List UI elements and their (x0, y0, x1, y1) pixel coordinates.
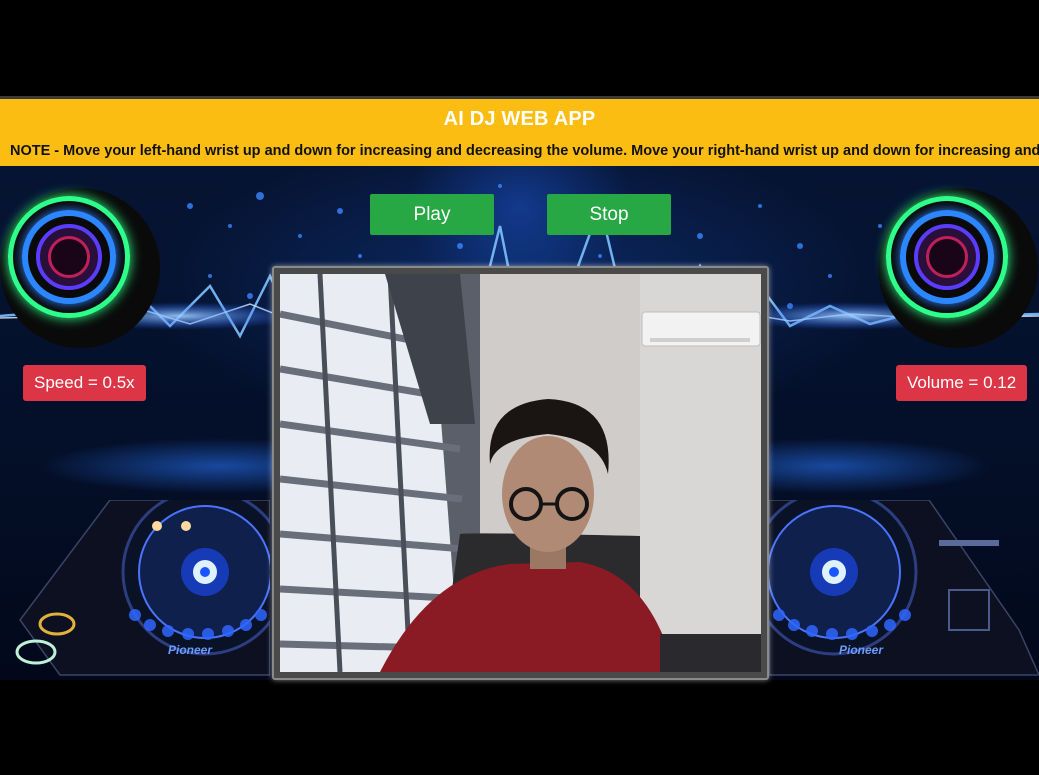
speed-badge: Speed = 0.5x (23, 365, 146, 401)
webcam-image (280, 274, 761, 672)
webcam-frame (272, 266, 769, 680)
speaker-left-icon (0, 188, 160, 348)
turntable-right-icon: Pioneer (769, 500, 1039, 676)
deck-left-brand: Pioneer (168, 643, 213, 657)
instructions-note: NOTE - Move your left-hand wrist up and … (10, 143, 1039, 159)
play-button[interactable]: Play (370, 194, 494, 235)
turntable-left-icon: Pioneer (15, 500, 270, 676)
header-banner: AI DJ WEB APP NOTE - Move your left-hand… (0, 96, 1039, 166)
deck-right-brand: Pioneer (839, 643, 884, 657)
app-title: AI DJ WEB APP (443, 108, 596, 130)
webcam-feed (280, 274, 761, 672)
volume-badge: Volume = 0.12 (896, 365, 1028, 401)
stop-button[interactable]: Stop (547, 194, 671, 235)
speaker-right-icon (878, 188, 1038, 348)
